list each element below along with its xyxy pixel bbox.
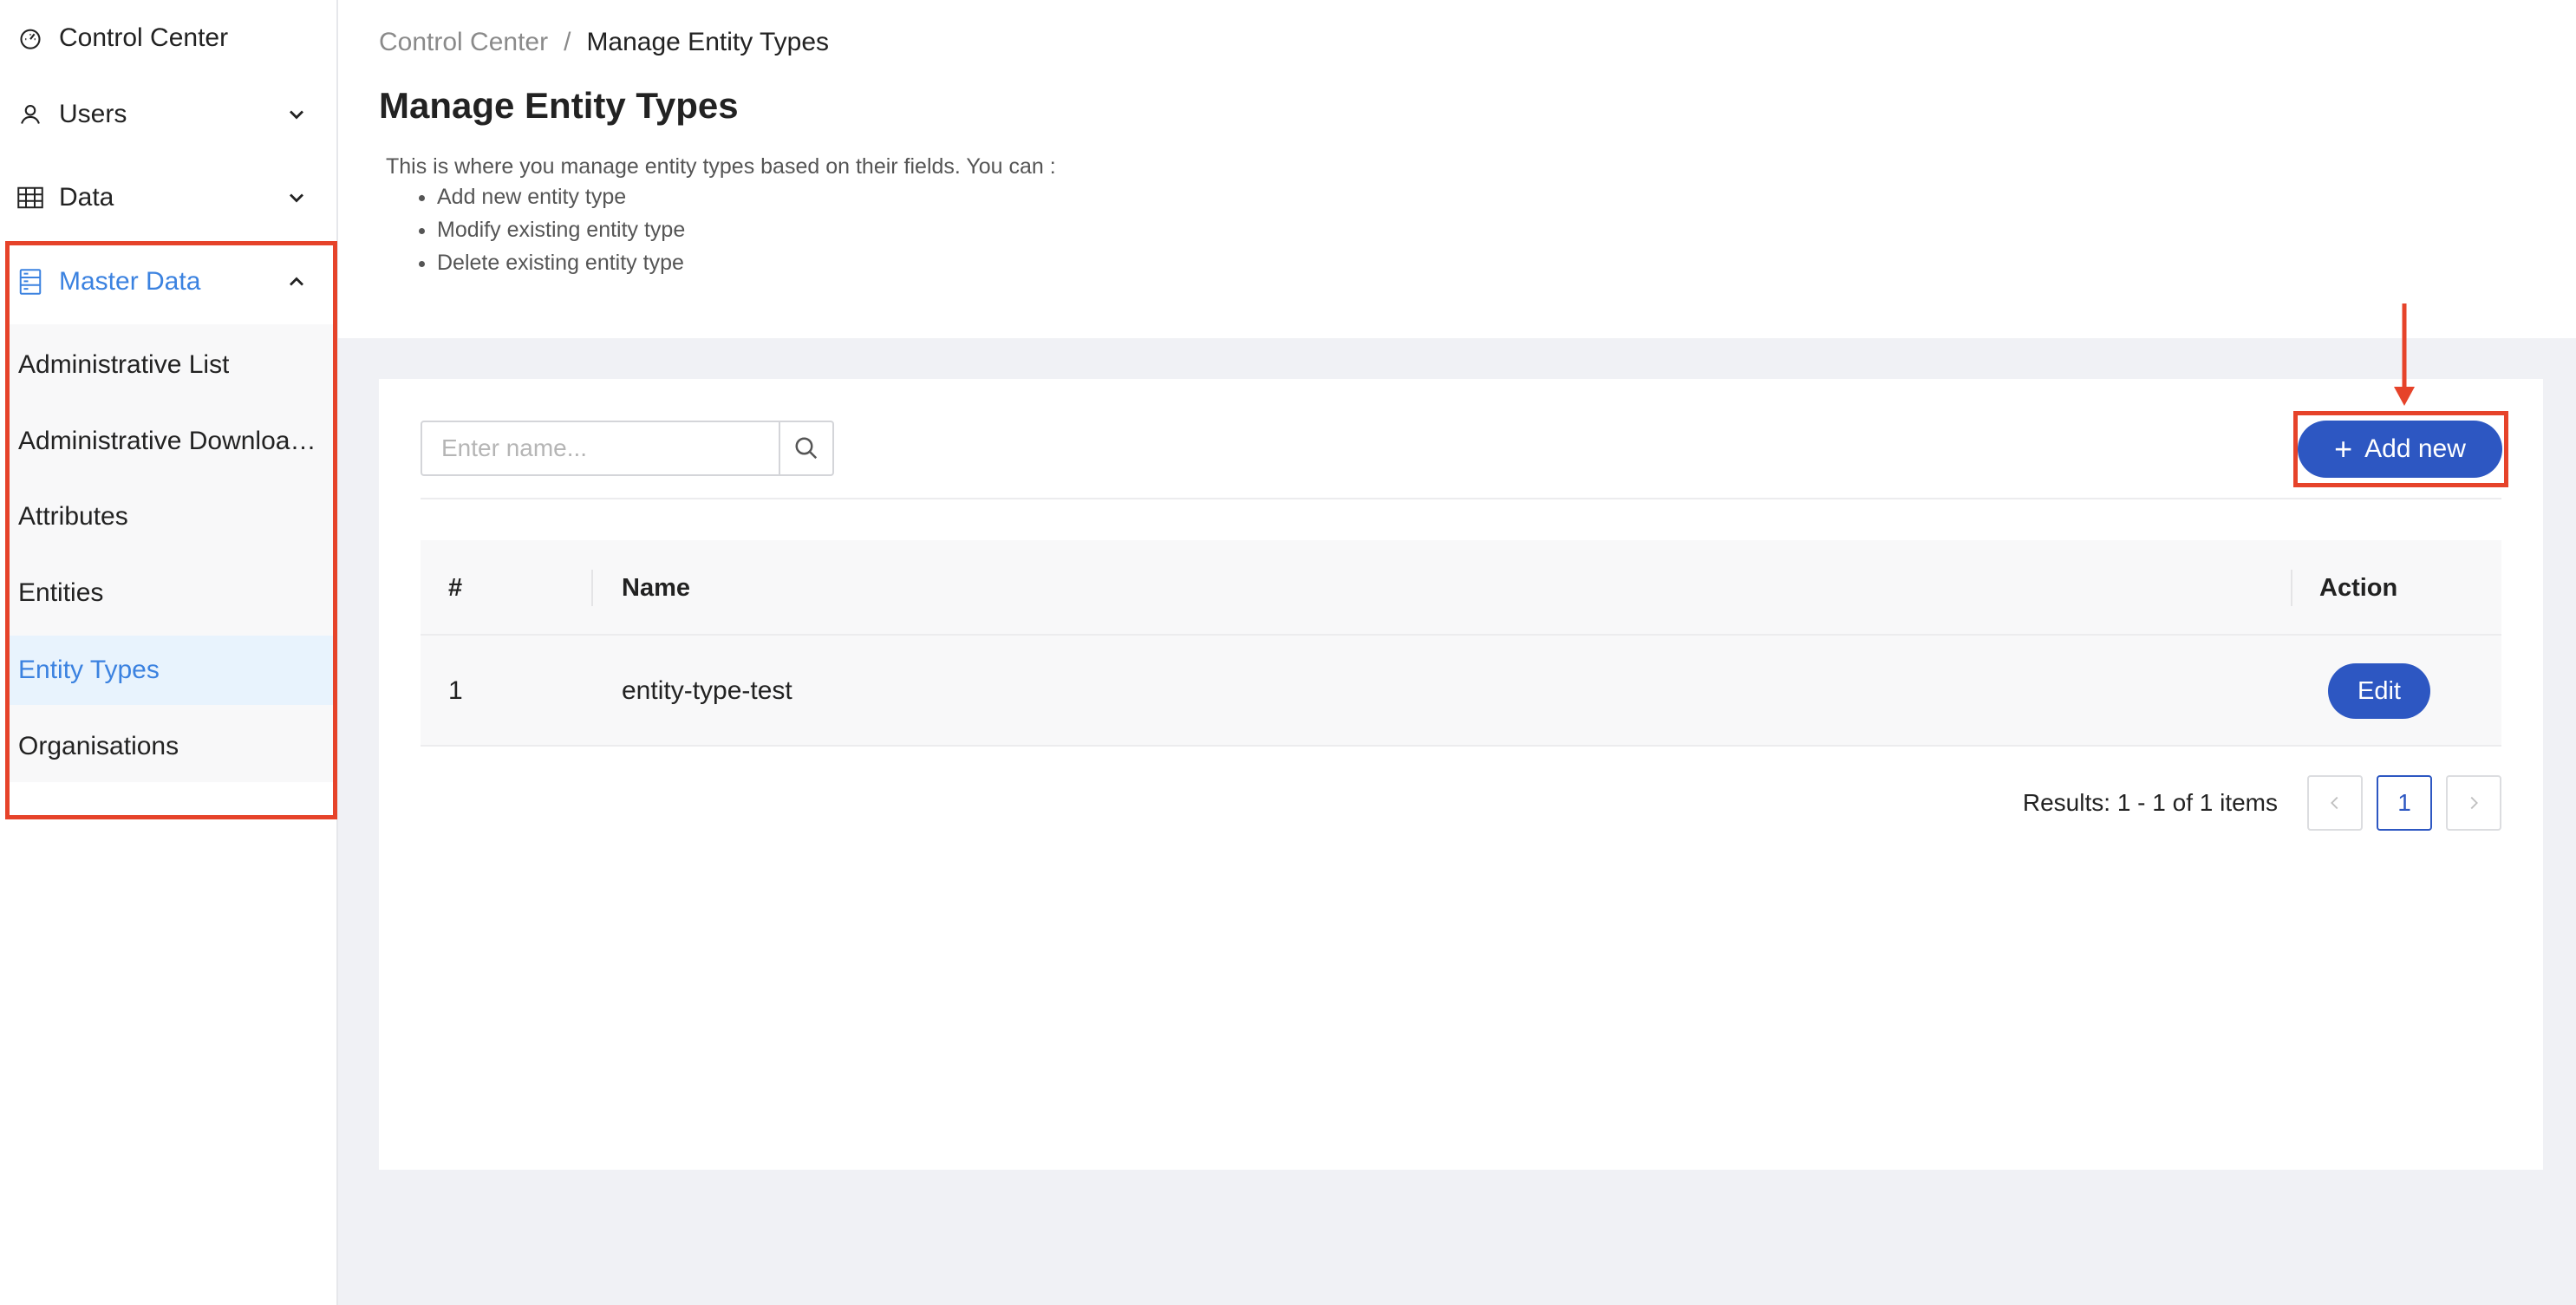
dashboard-icon bbox=[17, 25, 43, 51]
chevron-left-icon bbox=[2331, 796, 2338, 810]
sidebar-item-label: Control Center bbox=[59, 23, 229, 52]
breadcrumb: Control Center / Manage Entity Types bbox=[379, 28, 829, 57]
column-header-name[interactable]: Name bbox=[622, 540, 690, 636]
column-header-index: # bbox=[448, 573, 463, 602]
breadcrumb-link-control-center[interactable]: Control Center bbox=[379, 28, 548, 57]
list-item: Modify existing entity type bbox=[437, 218, 685, 243]
next-page-button[interactable] bbox=[2446, 775, 2501, 831]
add-new-label: Add new bbox=[2364, 434, 2466, 463]
sidebar-item-organisations[interactable]: Organisations bbox=[7, 712, 335, 781]
sidebar-item-control-center[interactable]: Control Center bbox=[0, 0, 335, 76]
table-row: 1 entity-type-test Edit bbox=[421, 636, 2501, 747]
sidebar-item-entities[interactable]: Entities bbox=[7, 558, 335, 628]
chevron-down-icon[interactable] bbox=[284, 186, 309, 210]
chevron-right-icon bbox=[2470, 796, 2478, 810]
column-separator bbox=[2291, 570, 2292, 606]
cell-index: 1 bbox=[448, 676, 463, 705]
breadcrumb-separator: / bbox=[564, 28, 571, 56]
sidebar: Control Center Users Data Master Data Ad… bbox=[0, 0, 338, 1305]
database-icon bbox=[17, 269, 43, 295]
sidebar-item-administrative-list[interactable]: Administrative List bbox=[7, 330, 335, 400]
sidebar-item-label: Organisations bbox=[18, 732, 179, 760]
user-icon bbox=[17, 101, 43, 127]
chevron-up-icon[interactable] bbox=[284, 270, 309, 294]
prev-page-button[interactable] bbox=[2307, 775, 2363, 831]
page-header: Control Center / Manage Entity Types Man… bbox=[338, 0, 2576, 338]
table-icon bbox=[17, 185, 43, 211]
breadcrumb-current: Manage Entity Types bbox=[586, 28, 830, 56]
sidebar-item-attributes[interactable]: Attributes bbox=[7, 482, 335, 551]
sidebar-item-label: Administrative List bbox=[18, 350, 230, 379]
list-item: Add new entity type bbox=[437, 185, 685, 210]
edit-button[interactable]: Edit bbox=[2328, 663, 2430, 719]
sidebar-item-master-data[interactable]: Master Data bbox=[0, 244, 335, 320]
sidebar-item-entity-types[interactable]: Entity Types bbox=[7, 636, 335, 705]
search-button[interactable] bbox=[779, 421, 834, 476]
sidebar-item-users[interactable]: Users bbox=[0, 76, 335, 153]
sidebar-item-label: Users bbox=[59, 100, 127, 128]
sidebar-item-label: Entities bbox=[18, 578, 104, 607]
sidebar-item-data[interactable]: Data bbox=[0, 160, 335, 236]
sidebar-item-label: Administrative Downloads bbox=[18, 427, 317, 455]
column-header-action: Action bbox=[2319, 573, 2398, 602]
search-input[interactable] bbox=[421, 421, 780, 476]
chevron-down-icon[interactable] bbox=[284, 102, 309, 127]
sidebar-item-administrative-downloads[interactable]: Administrative Downloads bbox=[7, 407, 335, 476]
column-separator bbox=[591, 570, 593, 606]
pagination: Results: 1 - 1 of 1 items 1 bbox=[2023, 775, 2501, 831]
sidebar-item-label: Master Data bbox=[59, 267, 201, 296]
search-icon bbox=[795, 437, 818, 460]
results-summary: Results: 1 - 1 of 1 items bbox=[2022, 789, 2278, 816]
page-number-button[interactable]: 1 bbox=[2377, 775, 2432, 831]
entity-types-table: # Name Action 1 entity-type-test Edit bbox=[421, 540, 2501, 747]
divider bbox=[421, 498, 2501, 499]
content-card: + Add new # Name Action 1 entity-type-te… bbox=[379, 303, 2543, 1170]
page-description: This is where you manage entity types ba… bbox=[386, 154, 1056, 179]
annotation-arrow bbox=[2394, 303, 2415, 406]
cell-name: entity-type-test bbox=[622, 676, 792, 705]
page-title: Manage Entity Types bbox=[379, 85, 739, 126]
plus-icon: + bbox=[2334, 431, 2353, 467]
table-header: # Name Action bbox=[421, 540, 2501, 636]
feature-list: Add new entity type Modify existing enti… bbox=[437, 185, 685, 284]
sidebar-item-label: Entity Types bbox=[18, 656, 160, 684]
list-item: Delete existing entity type bbox=[437, 251, 685, 276]
sidebar-item-label: Data bbox=[59, 183, 114, 212]
add-new-button[interactable]: + Add new bbox=[2298, 421, 2502, 478]
sidebar-item-label: Attributes bbox=[18, 502, 128, 531]
